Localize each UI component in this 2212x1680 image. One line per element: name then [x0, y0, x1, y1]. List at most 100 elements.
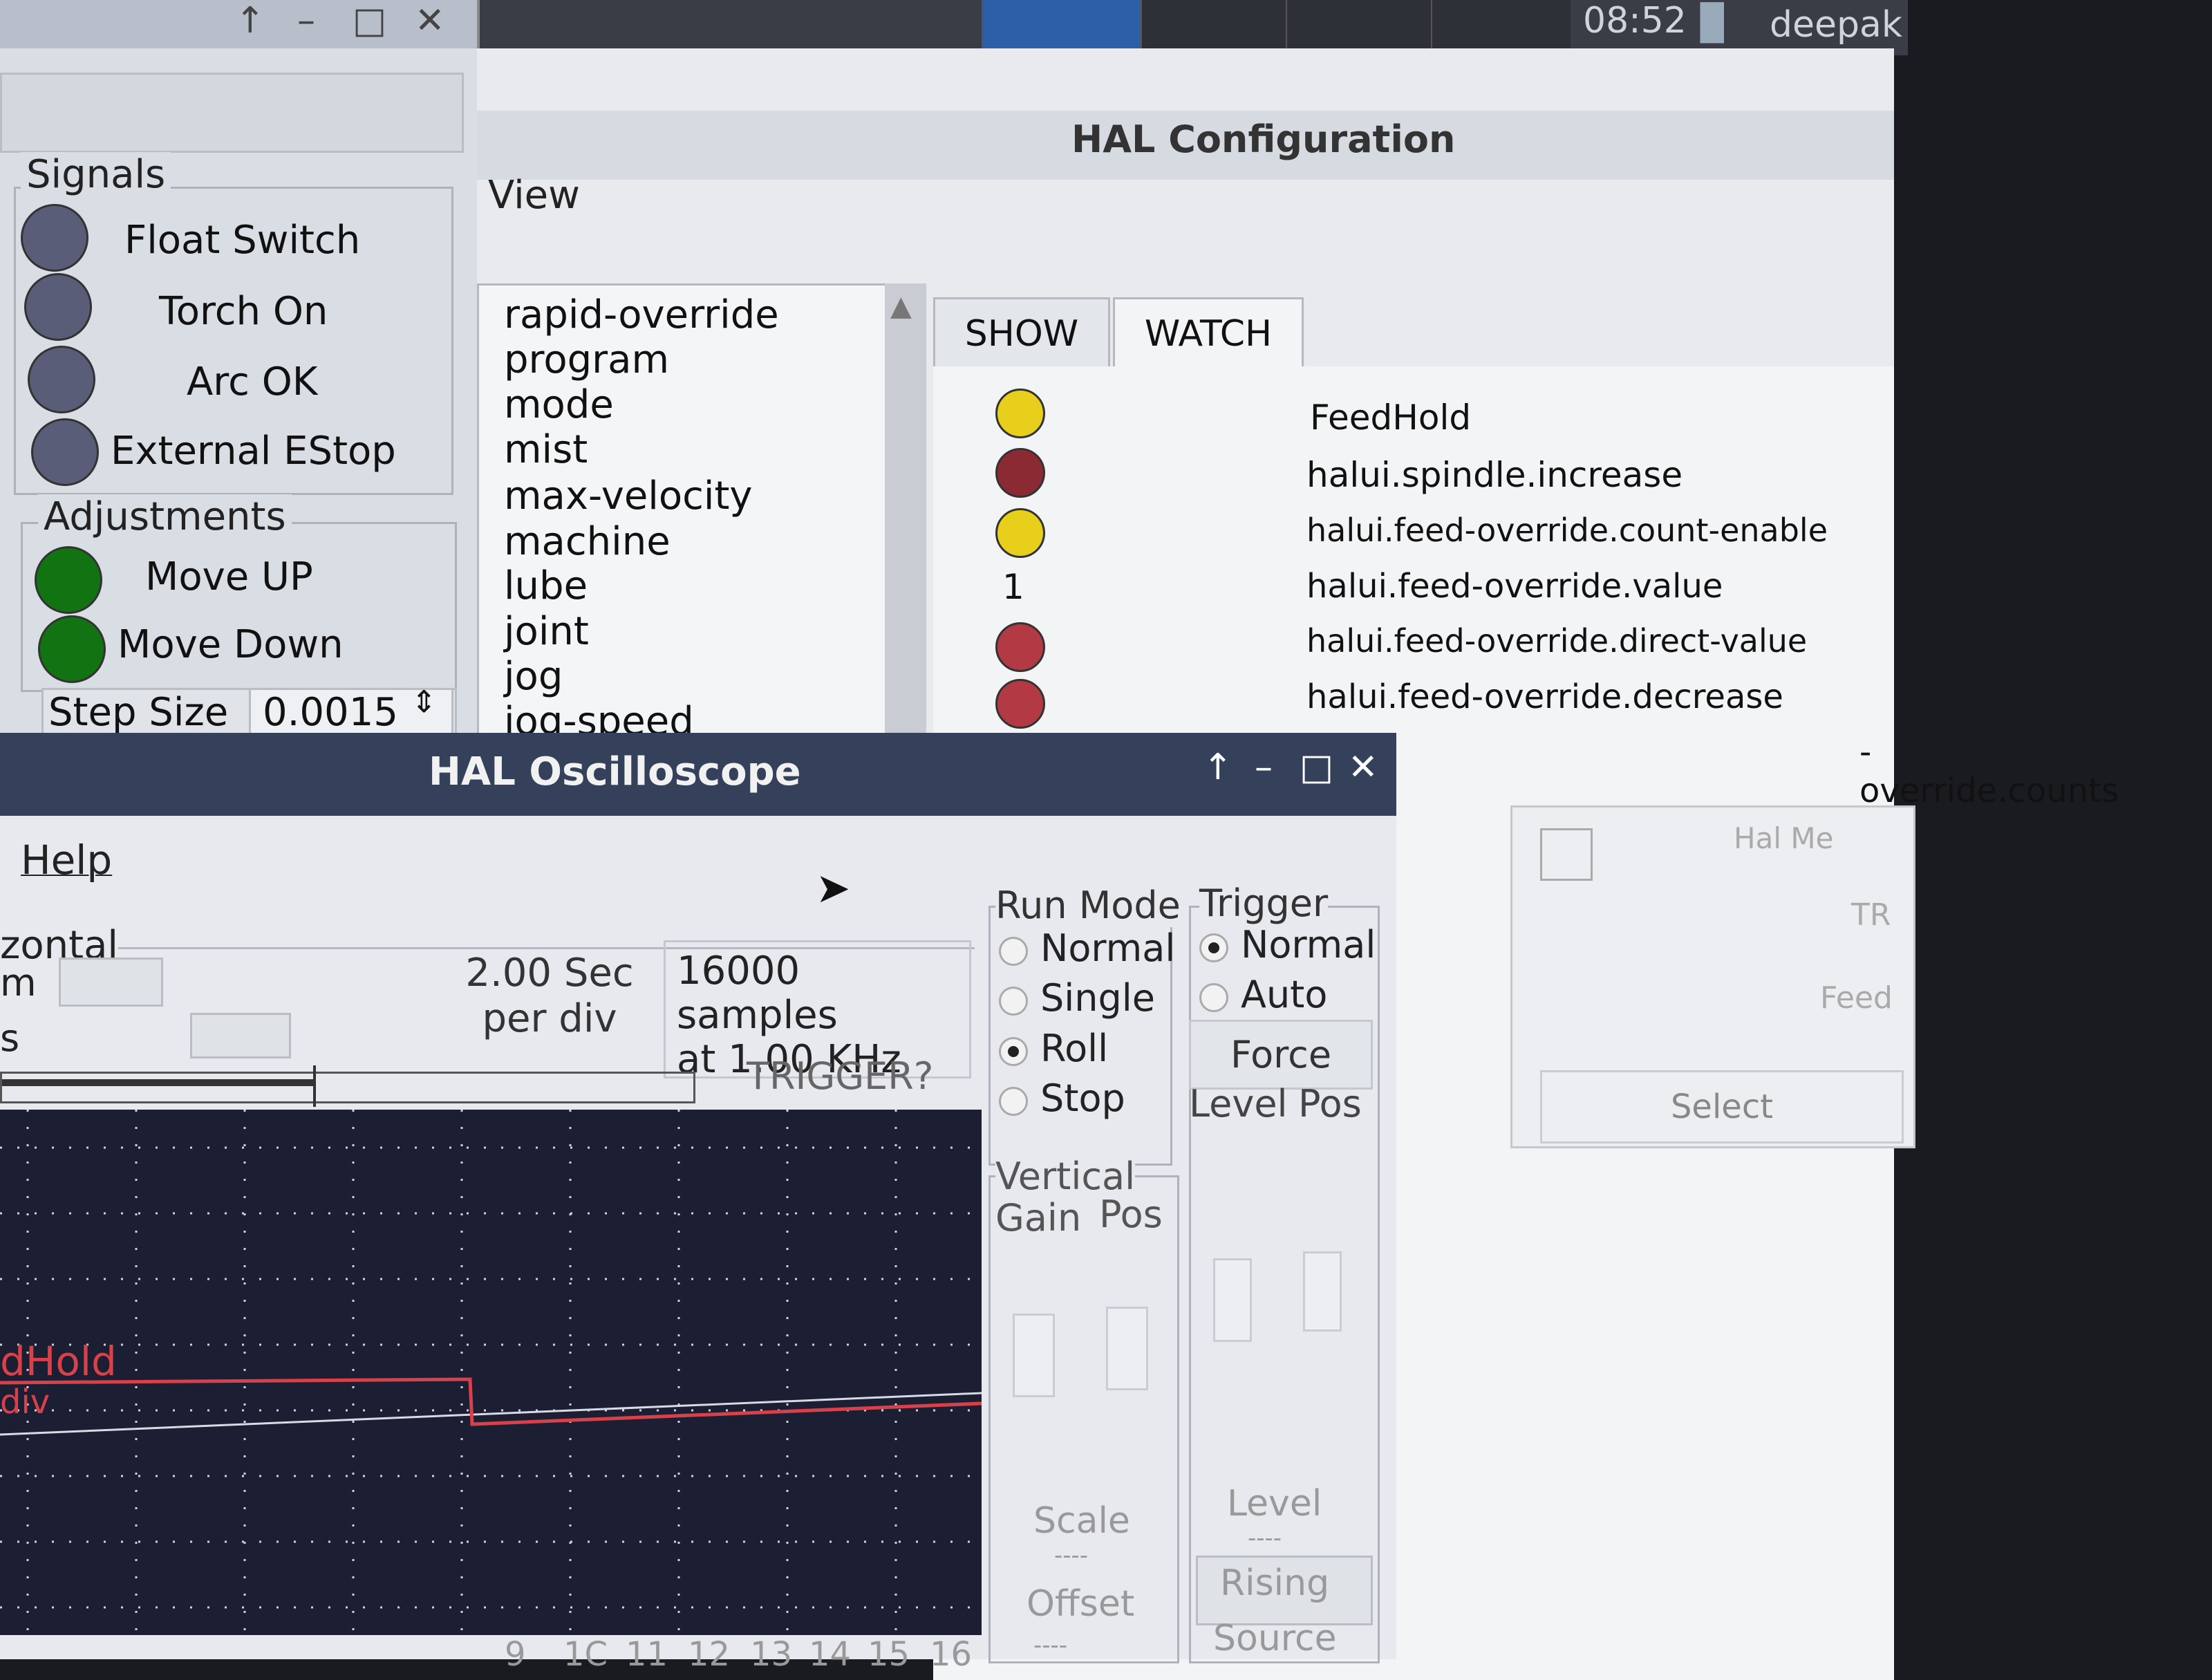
- run-mode-stop-radio[interactable]: [999, 1087, 1028, 1116]
- tree-item[interactable]: machine: [504, 519, 671, 564]
- panel-titlebar: ↑ – □ ✕: [0, 0, 477, 48]
- watch-item-label: halui.feed-override.count-enable: [1306, 512, 1828, 549]
- watch-item-label: halui.spindle.increase: [1306, 455, 1683, 495]
- trigger-title: Trigger: [1199, 881, 1329, 925]
- x-tick: 12: [688, 1635, 731, 1674]
- tab-show[interactable]: SHOW: [933, 297, 1110, 371]
- menu-help[interactable]: Help: [21, 837, 112, 884]
- vertical-gain-slider[interactable]: [1013, 1314, 1055, 1397]
- arc-ok-label: Arc OK: [187, 360, 318, 404]
- adjustments-group-title: Adjustments: [38, 494, 292, 539]
- samples-line1: 16000 samples: [677, 949, 838, 1038]
- trigger-pos-slider[interactable]: [1303, 1251, 1342, 1332]
- tree-item[interactable]: jog: [504, 654, 563, 699]
- taskbar-button[interactable]: [1141, 0, 1287, 48]
- record-position-marker[interactable]: [313, 1065, 316, 1107]
- step-size-label: Step Size: [48, 690, 229, 735]
- run-mode-stop-label[interactable]: Stop: [1040, 1076, 1125, 1120]
- run-mode-normal-radio[interactable]: [999, 937, 1028, 966]
- force-button[interactable]: Force: [1189, 1020, 1373, 1090]
- watch-indicator-red: [995, 679, 1045, 729]
- pos-label: s: [0, 1016, 20, 1060]
- run-mode-single-radio[interactable]: [999, 987, 1028, 1016]
- x-tick: 11: [626, 1635, 668, 1674]
- tree-item[interactable]: mode: [504, 382, 614, 427]
- vertical-offset-button[interactable]: Offset: [1027, 1583, 1134, 1625]
- move-up-button[interactable]: Move UP: [145, 554, 313, 599]
- x-tick: 14: [809, 1635, 852, 1674]
- trigger-normal-label[interactable]: Normal: [1241, 923, 1376, 967]
- trigger-level-label: Level: [1189, 1082, 1288, 1126]
- arc-ok-led: [28, 346, 95, 413]
- tree-item[interactable]: program: [504, 337, 669, 382]
- watch-item-label: halui.feed-override.direct-value: [1306, 622, 1808, 660]
- user-name[interactable]: deepak: [1770, 4, 1902, 46]
- mouse-cursor-icon: ➤: [816, 864, 851, 913]
- run-mode-roll-label[interactable]: Roll: [1040, 1027, 1108, 1070]
- run-mode-normal-label[interactable]: Normal: [1040, 926, 1175, 970]
- minimize-icon[interactable]: –: [1255, 747, 1273, 788]
- record-position-bar[interactable]: [0, 1065, 695, 1107]
- watch-item-label: FeedHold: [1310, 398, 1472, 438]
- taskbar-button[interactable]: [1286, 0, 1432, 48]
- hal-meter-title: Hal Me: [1734, 821, 1834, 855]
- tree-item[interactable]: rapid-override: [504, 292, 779, 337]
- trigger-rising-label[interactable]: Rising: [1220, 1562, 1329, 1604]
- external-estop-led: [31, 418, 99, 486]
- keep-above-icon[interactable]: ↑: [1203, 747, 1233, 788]
- x-tick: 9: [505, 1635, 526, 1674]
- trigger-source-label[interactable]: Source: [1213, 1618, 1337, 1659]
- tree-item[interactable]: joint: [504, 609, 589, 654]
- keep-above-icon[interactable]: ↑: [235, 0, 265, 41]
- run-mode-single-label[interactable]: Single: [1040, 976, 1155, 1020]
- spin-arrows-icon[interactable]: ⇕: [411, 684, 437, 720]
- tree-item[interactable]: mist: [504, 427, 588, 472]
- trigger-level-slider[interactable]: [1213, 1258, 1252, 1342]
- pos-slider[interactable]: [190, 1013, 291, 1058]
- vertical-scale-text: Scale: [1033, 1500, 1130, 1542]
- hal-oscilloscope-window: HAL Oscilloscope ↑ – □ ✕ Help ➤ zontal m…: [0, 733, 1396, 1674]
- close-icon[interactable]: ✕: [415, 0, 445, 41]
- run-mode-title: Run Mode: [995, 884, 1181, 927]
- minimize-icon[interactable]: –: [297, 0, 315, 41]
- taskbar-button[interactable]: [1431, 0, 1571, 48]
- window-icon: [1540, 828, 1593, 881]
- tree-scrollbar[interactable]: ▲: [885, 283, 926, 802]
- window-title: HAL Configuration: [1071, 118, 1456, 161]
- tree-item[interactable]: lube: [504, 563, 588, 608]
- maximize-icon[interactable]: □: [353, 0, 386, 41]
- torch-on-label: Torch On: [159, 289, 328, 334]
- vertical-scale-value: ----: [1054, 1542, 1089, 1569]
- oscilloscope-titlebar: HAL Oscilloscope ↑ – □ ✕: [0, 733, 1396, 816]
- taskbar-button-active[interactable]: [982, 0, 1142, 48]
- trigger-auto-label[interactable]: Auto: [1241, 973, 1327, 1016]
- plasma-control-panel: ↑ – □ ✕ Signals Float Switch Torch On Ar…: [0, 0, 480, 747]
- move-down-button[interactable]: Move Down: [118, 622, 344, 667]
- select-button[interactable]: Select: [1540, 1070, 1904, 1144]
- menu-view[interactable]: View: [488, 173, 580, 218]
- tab-watch[interactable]: WATCH: [1113, 297, 1304, 371]
- close-icon[interactable]: ✕: [1348, 747, 1378, 788]
- step-size-value[interactable]: 0.0015: [263, 690, 398, 735]
- hal-tree-list[interactable]: rapid-override program mode mist max-vel…: [477, 283, 896, 806]
- scope-display[interactable]: dHold div: [0, 1110, 1006, 1635]
- zoom-label: m: [0, 961, 37, 1005]
- trigger-auto-radio[interactable]: [1199, 983, 1228, 1012]
- vertical-pos-slider[interactable]: [1106, 1307, 1148, 1390]
- panel-header-area: [0, 73, 464, 153]
- scroll-up-icon[interactable]: ▲: [890, 290, 912, 322]
- signal-strength-icon[interactable]: ▉: [1700, 3, 1749, 44]
- watch-indicator-yellow: [995, 508, 1045, 558]
- trigger-normal-radio[interactable]: [1199, 933, 1228, 962]
- move-down-led: [38, 615, 106, 683]
- run-mode-roll-radio[interactable]: [999, 1037, 1028, 1066]
- move-up-led: [35, 546, 102, 614]
- x-tick: 13: [750, 1635, 793, 1674]
- signal-trace: [0, 1377, 982, 1426]
- tree-item[interactable]: max-velocity: [504, 474, 753, 519]
- signals-group-title: Signals: [21, 152, 171, 197]
- external-estop-label: External EStop: [111, 429, 396, 474]
- scope-grid-svg: [0, 1110, 1006, 1635]
- maximize-icon[interactable]: □: [1300, 747, 1333, 788]
- zoom-slider[interactable]: [59, 958, 163, 1007]
